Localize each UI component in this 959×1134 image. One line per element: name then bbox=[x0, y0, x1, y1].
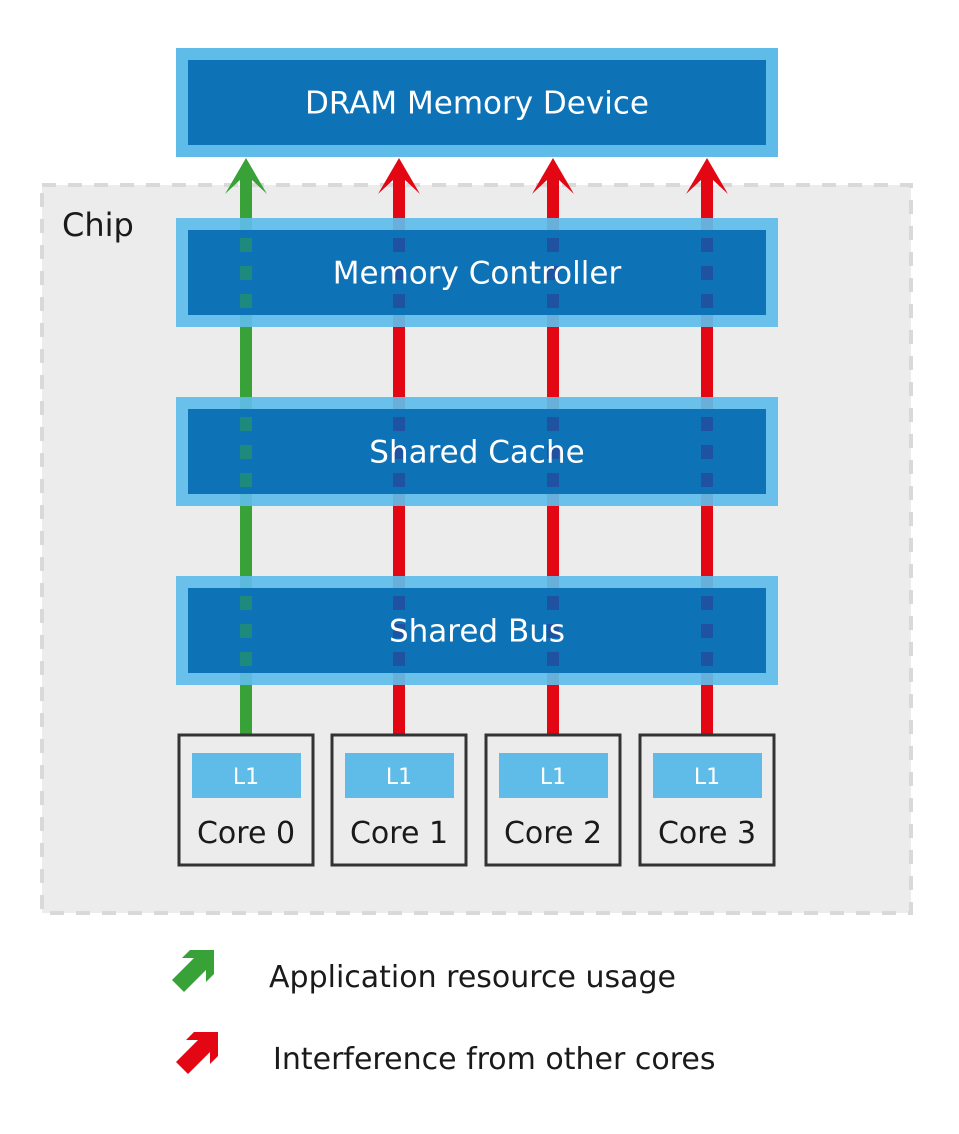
flow-dash bbox=[393, 417, 405, 431]
shared-cache-box: Shared Cache bbox=[176, 397, 778, 506]
flow-dash bbox=[701, 596, 713, 610]
flow-dash bbox=[240, 238, 252, 252]
flow-dash bbox=[701, 445, 713, 459]
shared-bus-box-label: Shared Bus bbox=[389, 614, 565, 650]
l1-label: L1 bbox=[540, 765, 566, 790]
flow-dash bbox=[240, 624, 252, 638]
flow-dash bbox=[393, 652, 405, 666]
flow-dash bbox=[393, 294, 405, 308]
legend-item-application: Application resource usage bbox=[172, 950, 676, 995]
core-label: Core 3 bbox=[658, 816, 756, 851]
chip-label: Chip bbox=[62, 206, 134, 244]
flow-dash bbox=[240, 445, 252, 459]
shared-bus-box: Shared Bus bbox=[176, 576, 778, 685]
shared-cache-box-label: Shared Cache bbox=[369, 435, 584, 471]
legend-item-interference: Interference from other cores bbox=[176, 1032, 716, 1077]
green-arrow-icon bbox=[172, 950, 214, 992]
dram-memory-device-label: DRAM Memory Device bbox=[305, 86, 649, 122]
flow-dash bbox=[240, 266, 252, 280]
flow-dash bbox=[701, 652, 713, 666]
memory-controller-box-label: Memory Controller bbox=[333, 256, 622, 292]
flow-dash bbox=[547, 652, 559, 666]
flow-dash bbox=[240, 294, 252, 308]
l1-label: L1 bbox=[233, 765, 259, 790]
flow-dash bbox=[393, 238, 405, 252]
flow-dash bbox=[240, 596, 252, 610]
memory-controller-box: Memory Controller bbox=[176, 218, 778, 327]
flow-dash bbox=[701, 294, 713, 308]
legend-label: Application resource usage bbox=[269, 960, 676, 995]
flow-dash bbox=[701, 266, 713, 280]
flow-dash bbox=[547, 596, 559, 610]
flow-dash bbox=[547, 294, 559, 308]
dram-memory-device: DRAM Memory Device bbox=[176, 48, 778, 157]
flow-dash bbox=[547, 417, 559, 431]
flow-dash bbox=[701, 238, 713, 252]
flow-dash bbox=[547, 238, 559, 252]
core-label: Core 2 bbox=[504, 816, 602, 851]
legend: Application resource usage Interference f… bbox=[172, 950, 716, 1077]
flow-dash bbox=[240, 417, 252, 431]
l1-label: L1 bbox=[694, 765, 720, 790]
flow-dash bbox=[240, 652, 252, 666]
core-label: Core 1 bbox=[350, 816, 448, 851]
core-label: Core 0 bbox=[197, 816, 295, 851]
legend-label: Interference from other cores bbox=[273, 1042, 716, 1077]
flow-dash bbox=[547, 473, 559, 487]
red-arrow-icon bbox=[176, 1032, 218, 1074]
flow-dash bbox=[701, 417, 713, 431]
flow-dash bbox=[393, 473, 405, 487]
flow-dash bbox=[701, 473, 713, 487]
memory-interference-diagram: Chip DRAM Memory Device Memory Controller… bbox=[40, 48, 913, 1077]
flow-dash bbox=[240, 473, 252, 487]
l1-label: L1 bbox=[386, 765, 412, 790]
flow-dash bbox=[701, 624, 713, 638]
flow-dash bbox=[393, 596, 405, 610]
